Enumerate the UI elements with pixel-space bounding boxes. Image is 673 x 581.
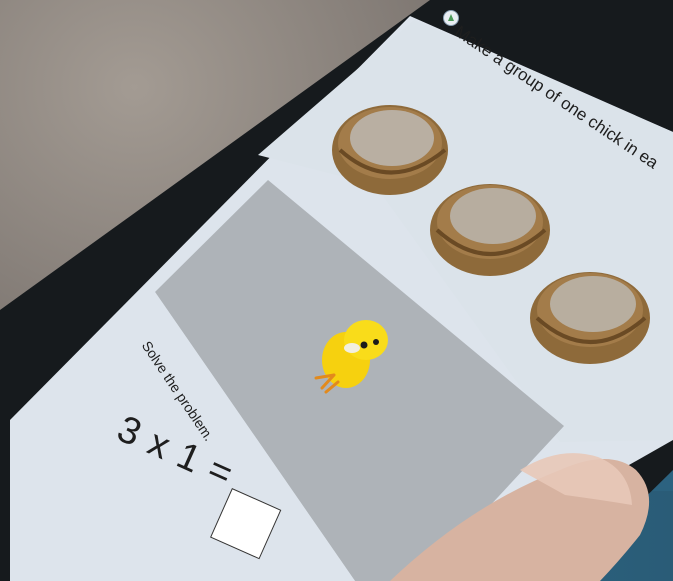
- tablet-device: [0, 0, 673, 581]
- nest-2[interactable]: [430, 184, 550, 276]
- audio-icon[interactable]: [443, 10, 459, 26]
- nest-3[interactable]: [530, 272, 650, 364]
- nest-1[interactable]: [332, 105, 448, 195]
